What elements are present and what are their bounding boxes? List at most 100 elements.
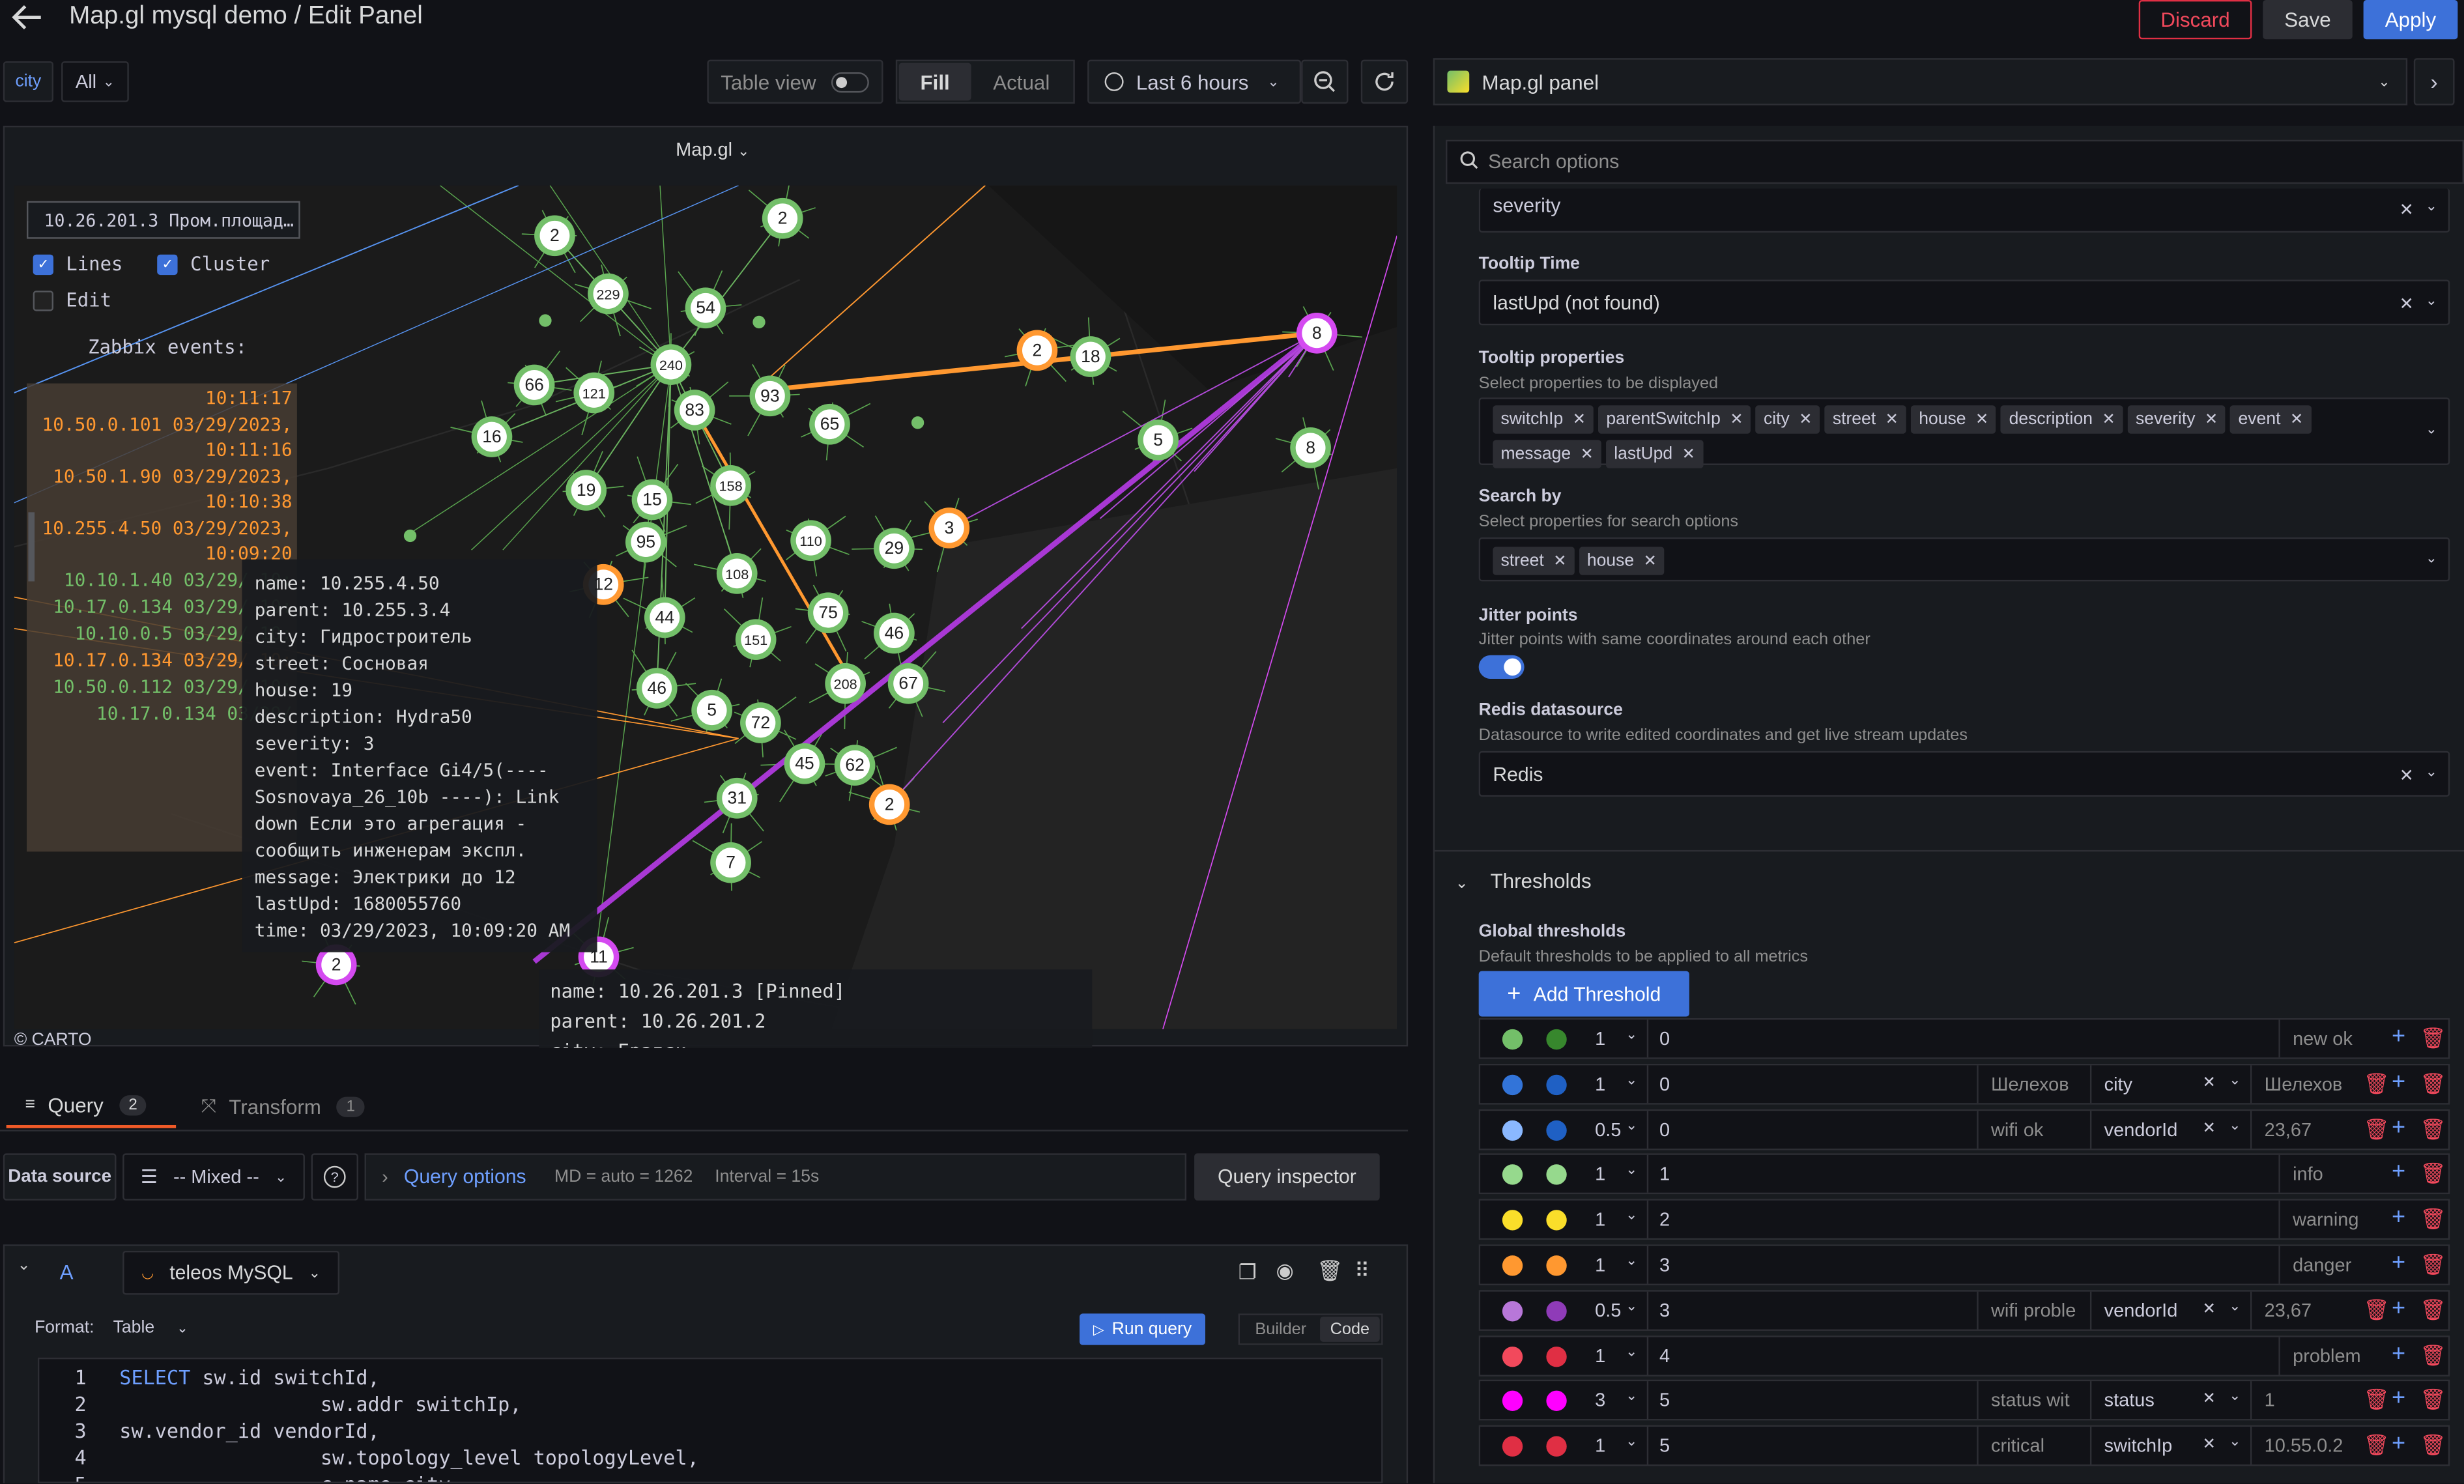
cluster-marker[interactable]: 2	[534, 215, 575, 257]
cluster-marker[interactable]: 65	[809, 403, 850, 445]
tooltip-property-tag[interactable]: house ✕	[1911, 405, 1997, 434]
threshold-line-color[interactable]	[1502, 1210, 1523, 1231]
builder-mode-button[interactable]: Builder	[1241, 1317, 1320, 1342]
line-width-select[interactable]: 1 ⌄	[1579, 1155, 1649, 1193]
panel-title[interactable]: Map.gl ⌄	[676, 138, 749, 160]
discard-button[interactable]: Discard	[2138, 0, 2252, 40]
severity-select[interactable]: severity ✕ ⌄	[1478, 188, 2450, 233]
add-threshold-button[interactable]: + Add Threshold	[1478, 971, 1689, 1017]
threshold-line-color[interactable]	[1502, 1436, 1523, 1457]
table-view-toggle[interactable]: Table view	[707, 59, 883, 104]
trash-icon[interactable]: 🗑	[1317, 1259, 1343, 1284]
threshold-fill-color[interactable]	[1546, 1165, 1567, 1186]
remove-tag-icon[interactable]: ✕	[1644, 552, 1657, 570]
lines-checkbox[interactable]: ✓ Lines ✓ Cluster	[33, 253, 270, 275]
threshold-value[interactable]: 5	[1659, 1435, 1670, 1457]
threshold-line-color[interactable]	[1502, 1029, 1523, 1050]
line-width-select[interactable]: 1 ⌄	[1579, 1064, 1649, 1103]
cluster-marker[interactable]: 3	[928, 507, 970, 549]
threshold-fill-color[interactable]	[1546, 1391, 1567, 1412]
events-scrollbar[interactable]	[28, 512, 35, 582]
threshold-fill-color[interactable]	[1546, 1119, 1567, 1141]
plus-icon[interactable]: +	[2392, 1385, 2405, 1412]
cluster-marker[interactable]: 66	[513, 364, 555, 406]
code-editor[interactable]: 1 SELECT sw.id switchId, 2 sw.addr switchI…	[37, 1357, 1383, 1483]
checkbox-checked-icon[interactable]: ✓	[157, 253, 178, 274]
cluster-marker[interactable]: 45	[784, 743, 825, 784]
run-query-button[interactable]: ▷ Run query	[1080, 1313, 1205, 1345]
query-options-link[interactable]: Query options	[404, 1166, 526, 1188]
trash-icon[interactable]: 🗑	[2364, 1117, 2390, 1142]
cluster-marker[interactable]: 44	[644, 597, 685, 638]
threshold-value[interactable]: 3	[1659, 1299, 1670, 1321]
trash-icon[interactable]: 🗑	[2364, 1433, 2390, 1459]
cluster-marker[interactable]: 5	[691, 689, 732, 731]
redis-datasource-select[interactable]: Redis ✕ ⌄	[1478, 750, 2450, 797]
cluster-marker[interactable]: 31	[716, 777, 758, 819]
help-icon[interactable]: ?	[311, 1153, 358, 1201]
trash-icon[interactable]: 🗑	[2364, 1298, 2390, 1323]
save-button[interactable]: Save	[2263, 0, 2353, 40]
event-item[interactable]: 10:11:17	[27, 384, 297, 410]
cluster-marker[interactable]: 5	[1138, 420, 1179, 461]
tooltip-property-tag[interactable]: severity ✕	[2127, 405, 2226, 434]
tooltip-property-tag[interactable]: switchIp ✕	[1493, 405, 1594, 434]
jitter-points-toggle[interactable]	[1478, 655, 1525, 679]
threshold-value[interactable]: 4	[1659, 1345, 1670, 1367]
threshold-label[interactable]: critical	[1977, 1427, 2090, 1465]
duplicate-icon[interactable]: ❐	[1239, 1260, 1257, 1285]
code-line[interactable]: 4 sw.topology_level topologyLevel,	[39, 1446, 698, 1472]
query-ref-id[interactable]: A	[60, 1260, 74, 1283]
cluster-marker[interactable]: 75	[807, 592, 849, 634]
event-item[interactable]: 10.255.4.50 03/29/2023, 10:09:20	[27, 514, 297, 566]
drag-handle-icon[interactable]: ⠿	[1354, 1259, 1369, 1284]
line-width-select[interactable]: 3 ⌄	[1579, 1382, 1649, 1420]
tooltip-properties-select[interactable]: switchIp ✕ parentSwitchIp ✕ city ✕ street ✕ hous…	[1478, 397, 2450, 468]
query-datasource-select[interactable]: ◡ teleos MySQL ⌄	[122, 1250, 339, 1295]
cluster-marker[interactable]: 2	[1016, 330, 1058, 371]
refresh-icon[interactable]	[1360, 59, 1409, 104]
threshold-value[interactable]: 2	[1659, 1208, 1670, 1231]
threshold-label[interactable]: warning	[2278, 1201, 2388, 1239]
threshold-label[interactable]: wifi ok	[1977, 1110, 2090, 1149]
cluster-marker[interactable]: 8	[1290, 427, 1331, 468]
trash-icon[interactable]: 🗑	[2420, 1388, 2446, 1414]
tab-query[interactable]: ≡ Query 2	[6, 1084, 177, 1128]
threshold-property-value[interactable]: 23,67	[2250, 1291, 2351, 1330]
trash-icon[interactable]: 🗑	[2420, 1026, 2446, 1051]
trash-icon[interactable]: 🗑	[2420, 1298, 2446, 1323]
threshold-line-color[interactable]	[1502, 1074, 1523, 1095]
threshold-property-value[interactable]: 10.55.0.2	[2250, 1427, 2351, 1465]
line-width-select[interactable]: 1 ⌄	[1579, 1427, 1649, 1465]
threshold-property-value[interactable]: 1	[2250, 1382, 2351, 1420]
cluster-marker[interactable]: 208	[825, 663, 867, 704]
threshold-property-select[interactable]: vendorId ✕ ⌄	[2089, 1291, 2250, 1330]
plus-icon[interactable]: +	[2392, 1339, 2405, 1366]
threshold-label[interactable]: status wit	[1977, 1382, 2090, 1420]
format-select[interactable]: Table ⌄	[113, 1319, 188, 1337]
tab-transform[interactable]: ⤧ Transform 1	[201, 1084, 365, 1128]
plus-icon[interactable]: +	[2392, 1294, 2405, 1321]
plus-icon[interactable]: +	[2392, 1159, 2405, 1186]
cluster-marker[interactable]: 46	[874, 612, 915, 654]
line-width-select[interactable]: 1 ⌄	[1579, 1336, 1649, 1375]
tooltip-property-tag[interactable]: description ✕	[2001, 405, 2123, 434]
threshold-fill-color[interactable]	[1546, 1436, 1567, 1457]
cluster-marker[interactable]: 110	[790, 520, 831, 562]
fill-button[interactable]: Fill	[898, 63, 971, 101]
search-by-tag[interactable]: street ✕	[1493, 547, 1575, 575]
threshold-value[interactable]: 5	[1659, 1390, 1670, 1412]
event-item[interactable]: 10.50.1.90 03/29/2023, 10:10:38	[27, 462, 297, 514]
tooltip-property-tag[interactable]: message ✕	[1493, 440, 1601, 468]
remove-tag-icon[interactable]: ✕	[1581, 446, 1594, 463]
threshold-fill-color[interactable]	[1546, 1029, 1567, 1050]
cluster-marker[interactable]: 15	[631, 479, 673, 521]
threshold-label[interactable]: new ok	[2278, 1020, 2388, 1058]
cluster-marker[interactable]: 151	[735, 619, 777, 661]
code-line[interactable]: 5 c.name city,	[39, 1472, 462, 1481]
variable-select[interactable]: All ⌄	[61, 61, 129, 102]
cluster-marker[interactable]: 2	[868, 784, 910, 825]
eye-icon[interactable]: ◉	[1276, 1259, 1294, 1284]
threshold-fill-color[interactable]	[1546, 1300, 1567, 1321]
tooltip-property-tag[interactable]: lastUpd ✕	[1606, 440, 1703, 468]
